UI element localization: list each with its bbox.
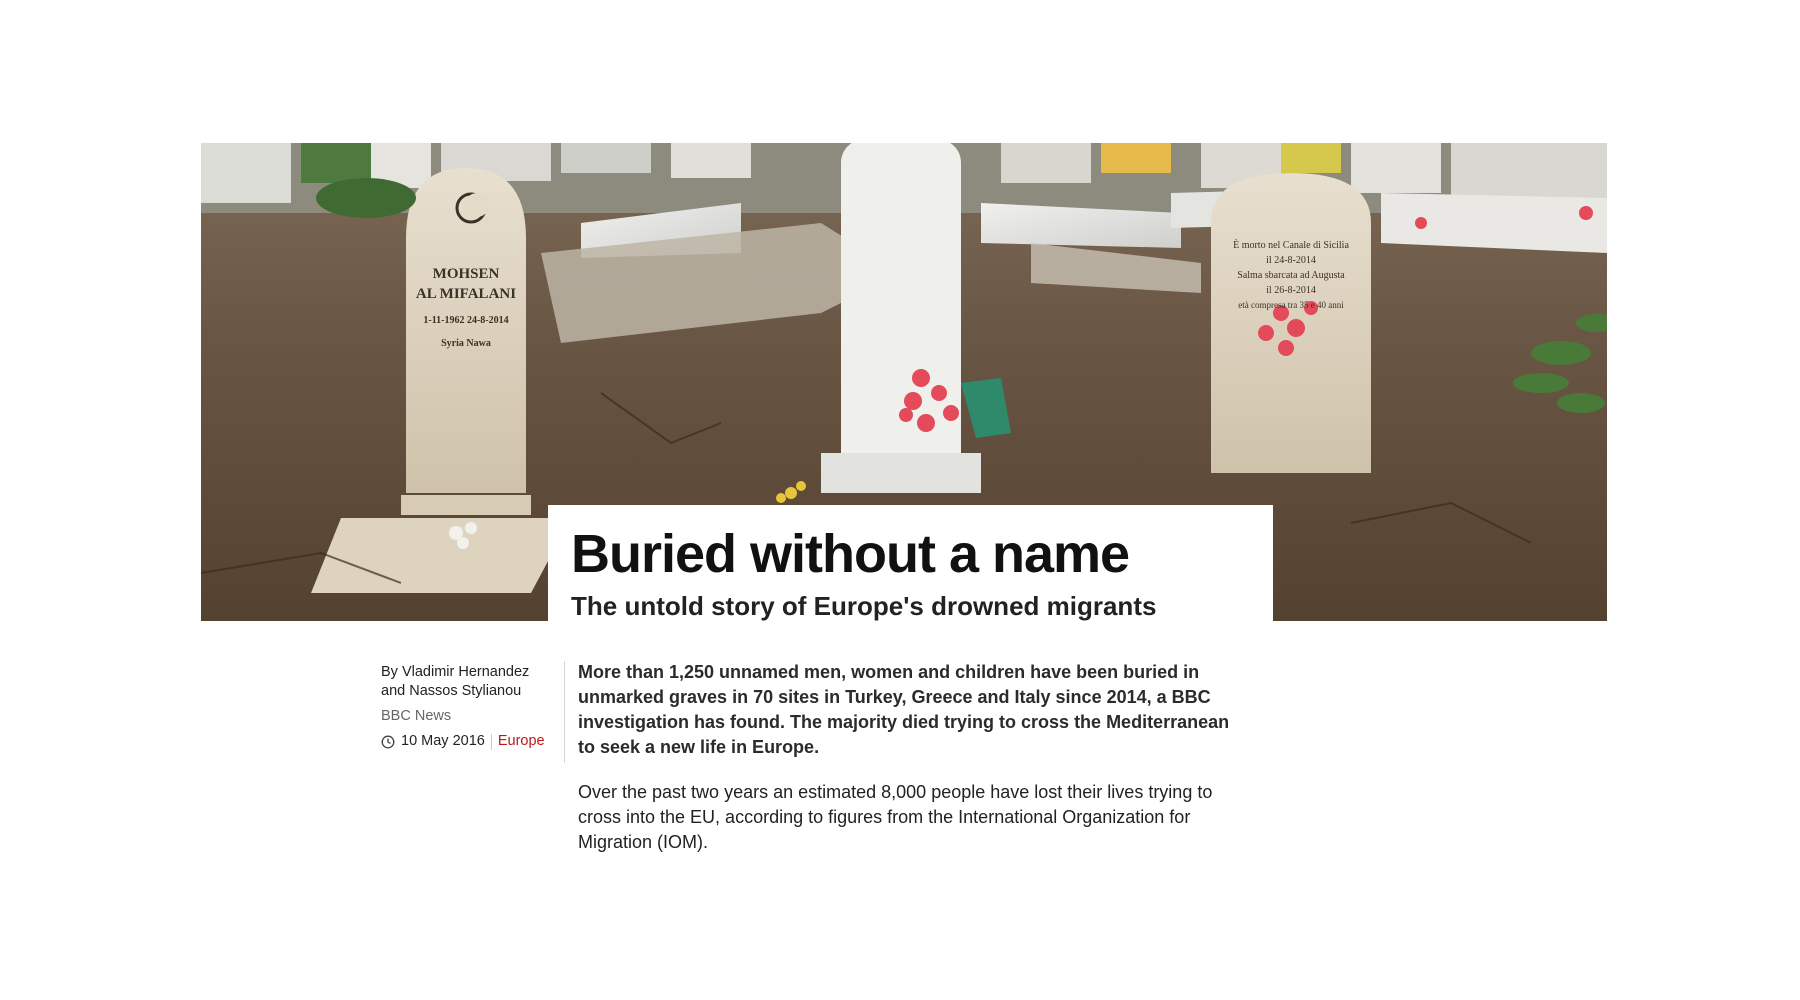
- article-page: MOHSEN AL MIFALANI 1-11-1962 24-8-2014 S…: [0, 0, 1800, 1000]
- clock-icon: [381, 735, 395, 748]
- article-body: More than 1,250 unnamed men, women and c…: [578, 660, 1248, 855]
- author-line-1: By Vladimir Hernandez: [381, 664, 530, 680]
- author-line-2: and Nassos Stylianou: [381, 683, 522, 699]
- headstone-right-line-1: È morto nel Canale di Sicilia: [1233, 239, 1349, 251]
- organisation: BBC News: [381, 708, 452, 724]
- body-paragraph: Over the past two years an estimated 8,0…: [578, 782, 1213, 852]
- meta-separator: [490, 733, 492, 750]
- publish-date: 10 May 2016: [401, 733, 485, 749]
- headstone-right-line-5: età compresa tra 35 e 40 anni: [1238, 300, 1344, 310]
- headstone-left-line-4: Syria Nawa: [441, 338, 491, 349]
- byline-divider: [564, 661, 565, 763]
- article-meta: 10 May 2016 Europe: [381, 732, 561, 751]
- headstone-left-line-1: MOHSEN: [433, 266, 500, 282]
- headstone-left-line-2: AL MIFALANI: [416, 286, 516, 302]
- headstone-right-line-2: il 24-8-2014: [1266, 255, 1316, 266]
- authors: By Vladimir Hernandez and Nassos Stylian…: [381, 663, 561, 701]
- intro-paragraph: More than 1,250 unnamed men, women and c…: [578, 662, 1230, 757]
- byline: By Vladimir Hernandez and Nassos Stylian…: [381, 663, 561, 751]
- headline-box: Buried without a name The untold story o…: [548, 505, 1273, 621]
- headstone-right-line-4: il 26-8-2014: [1266, 285, 1316, 296]
- page-subtitle: The untold story of Europe's drowned mig…: [571, 591, 1157, 621]
- headstone-left-line-3: 1-11-1962 24-8-2014: [423, 315, 508, 326]
- page-title: Buried without a name: [571, 524, 1130, 584]
- section-link[interactable]: Europe: [498, 732, 545, 751]
- headstone-right-line-3: Salma sbarcata ad Augusta: [1237, 270, 1345, 281]
